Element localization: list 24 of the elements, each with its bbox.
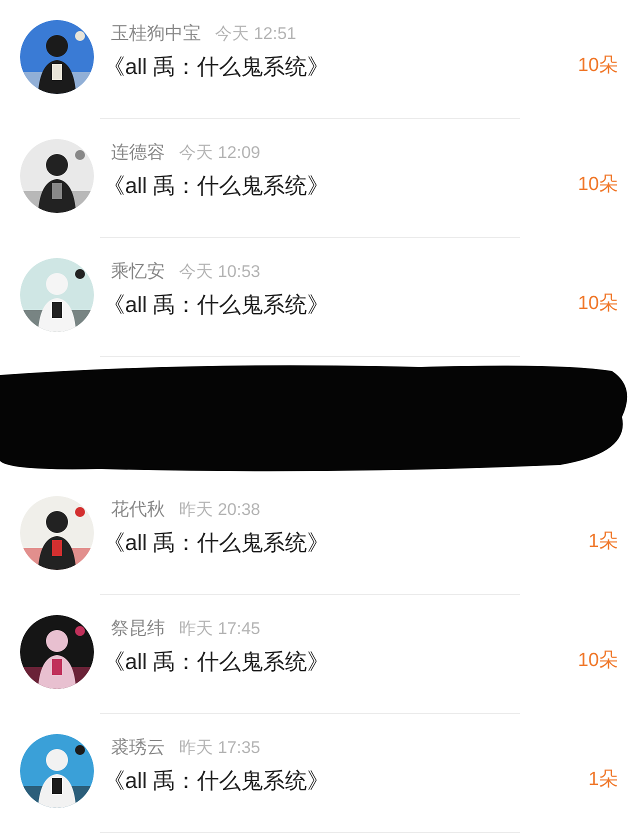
book-title: 《all 禹：什么鬼系统》 xyxy=(103,529,330,557)
user-name: 裘琇云 xyxy=(111,736,165,759)
book-title: 《all 禹：什么鬼系统》 xyxy=(103,767,330,795)
timestamp: 昨天 17:35 xyxy=(179,737,260,759)
timestamp: 今天 12:51 xyxy=(215,23,296,45)
timestamp: 今天 12:09 xyxy=(179,142,260,164)
timestamp: 昨天 17:45 xyxy=(179,618,260,640)
book-title: 《all 禹：什么鬼系统》 xyxy=(103,648,330,676)
user-name: 祭昆纬 xyxy=(111,617,165,640)
timestamp: 昨天 20:38 xyxy=(179,499,260,521)
user-name: 玉桂狗中宝 xyxy=(111,22,201,45)
book-title: 《all 禹：什么鬼系统》 xyxy=(103,172,330,200)
book-title: 《all 禹：什么鬼系统》 xyxy=(103,53,330,81)
user-name: 连德容 xyxy=(111,141,165,164)
flower-count: 10朵 xyxy=(578,292,618,316)
flower-count: 10朵 xyxy=(578,54,618,78)
flower-count: 1朵 xyxy=(588,768,618,792)
flower-count: 10朵 xyxy=(578,173,618,198)
book-title: 《all 禹：什么鬼系统》 xyxy=(103,291,330,319)
user-name: 花代秋 xyxy=(111,498,165,521)
user-name: 乘忆安 xyxy=(111,260,165,283)
timestamp: 今天 10:53 xyxy=(179,261,260,283)
flower-count: 10朵 xyxy=(578,649,618,674)
flower-count: 1朵 xyxy=(588,530,618,554)
